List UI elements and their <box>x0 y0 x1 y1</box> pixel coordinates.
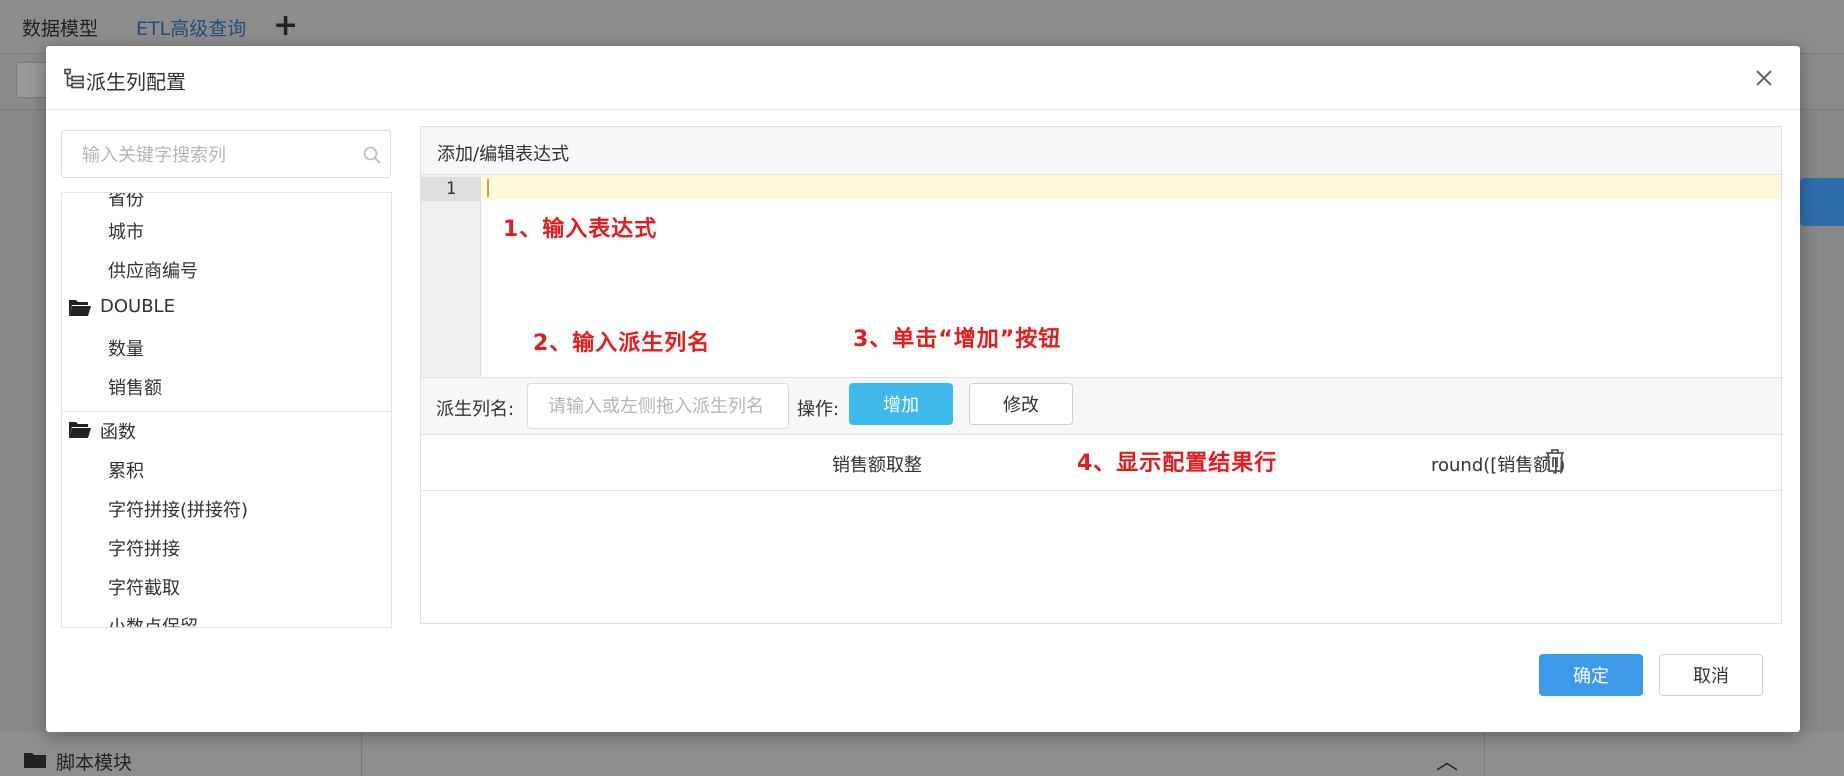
folder-open-icon <box>69 422 91 438</box>
edit-button[interactable]: 修改 <box>969 383 1073 425</box>
tree-item-cumulative[interactable]: 累积 <box>108 457 144 483</box>
search-icon[interactable] <box>362 145 382 165</box>
bottom-panel-divider-left <box>0 732 362 776</box>
editor-active-line[interactable] <box>481 175 1781 199</box>
cancel-button[interactable]: 取消 <box>1659 654 1763 696</box>
tree-item-sales[interactable]: 销售额 <box>108 374 162 400</box>
tree-item-province[interactable]: 省份 <box>108 193 144 211</box>
column-name-label: 派生列名: <box>436 399 515 420</box>
folder-icon <box>24 753 46 768</box>
dialog-header: 派生列配置 <box>46 46 1800 110</box>
tree-item-city[interactable]: 城市 <box>108 218 144 244</box>
folder-open-icon <box>69 300 91 316</box>
column-search-input[interactable] <box>82 141 352 169</box>
tree-folder-label: DOUBLE <box>100 296 175 317</box>
annotation-step-4: 4、显示配置结果行 <box>1077 451 1278 476</box>
tree-folder-label: 函数 <box>100 422 136 443</box>
background-action-button[interactable] <box>1800 178 1844 226</box>
tree-structure-icon <box>64 68 84 89</box>
result-column-name: 销售额取整 <box>832 455 922 476</box>
script-module-label[interactable]: 脚本模块 <box>56 748 132 775</box>
tree-item-concat[interactable]: 字符拼接 <box>108 535 180 561</box>
line-number: 1 <box>421 177 481 201</box>
add-tab-icon[interactable]: + <box>273 8 298 43</box>
close-icon[interactable] <box>1750 64 1778 92</box>
editor-cursor <box>487 179 489 197</box>
tree-divider <box>62 411 391 412</box>
expression-panel: 添加/编辑表达式 1 1、输入表达式 2、输入派生列名 3、单击“增加”按钮 派… <box>420 126 1782 624</box>
column-name-input[interactable] <box>527 383 789 429</box>
derived-column-form: 派生列名: 操作: 增加 修改 <box>421 377 1781 435</box>
expression-panel-header: 添加/编辑表达式 <box>421 127 1781 175</box>
tree-item-round-decimal[interactable]: 小数点保留 <box>108 613 198 627</box>
tree-item-concat-sep[interactable]: 字符拼接(拼接符) <box>108 496 248 522</box>
expression-panel-title: 添加/编辑表达式 <box>437 144 570 165</box>
operation-label: 操作: <box>797 399 840 420</box>
derived-column-dialog: 派生列配置 省份 城市 供应商编号 DOUBLE 数量 销售额 <box>46 46 1800 732</box>
collapse-up-icon[interactable]: ︿ <box>1436 744 1458 776</box>
editor-gutter: 1 <box>421 175 481 377</box>
annotation-step-1: 1、输入表达式 <box>503 217 658 242</box>
expression-editor[interactable]: 1 1、输入表达式 2、输入派生列名 3、单击“增加”按钮 <box>421 175 1781 377</box>
column-search-box <box>61 130 391 178</box>
dialog-title: 派生列配置 <box>86 70 186 94</box>
add-button[interactable]: 增加 <box>849 383 953 425</box>
annotation-step-3: 3、单击“增加”按钮 <box>853 327 1062 352</box>
bottom-panel-divider-right <box>1484 732 1485 776</box>
annotation-step-2: 2、输入派生列名 <box>533 331 711 356</box>
tree-item-quantity[interactable]: 数量 <box>108 335 144 361</box>
tree-item-substring[interactable]: 字符截取 <box>108 574 180 600</box>
tree-item-supplier-id[interactable]: 供应商编号 <box>108 257 198 283</box>
tab-data-model[interactable]: 数据模型 <box>22 14 98 41</box>
column-tree[interactable]: 省份 城市 供应商编号 DOUBLE 数量 销售额 函数 累积 字符拼接(拼接符… <box>61 192 392 628</box>
trash-icon[interactable] <box>1543 447 1567 473</box>
result-row[interactable]: 销售额取整 4、显示配置结果行 round([销售额]) <box>421 435 1781 491</box>
tab-etl-query[interactable]: ETL高级查询 <box>136 14 246 41</box>
confirm-button[interactable]: 确定 <box>1539 654 1643 696</box>
